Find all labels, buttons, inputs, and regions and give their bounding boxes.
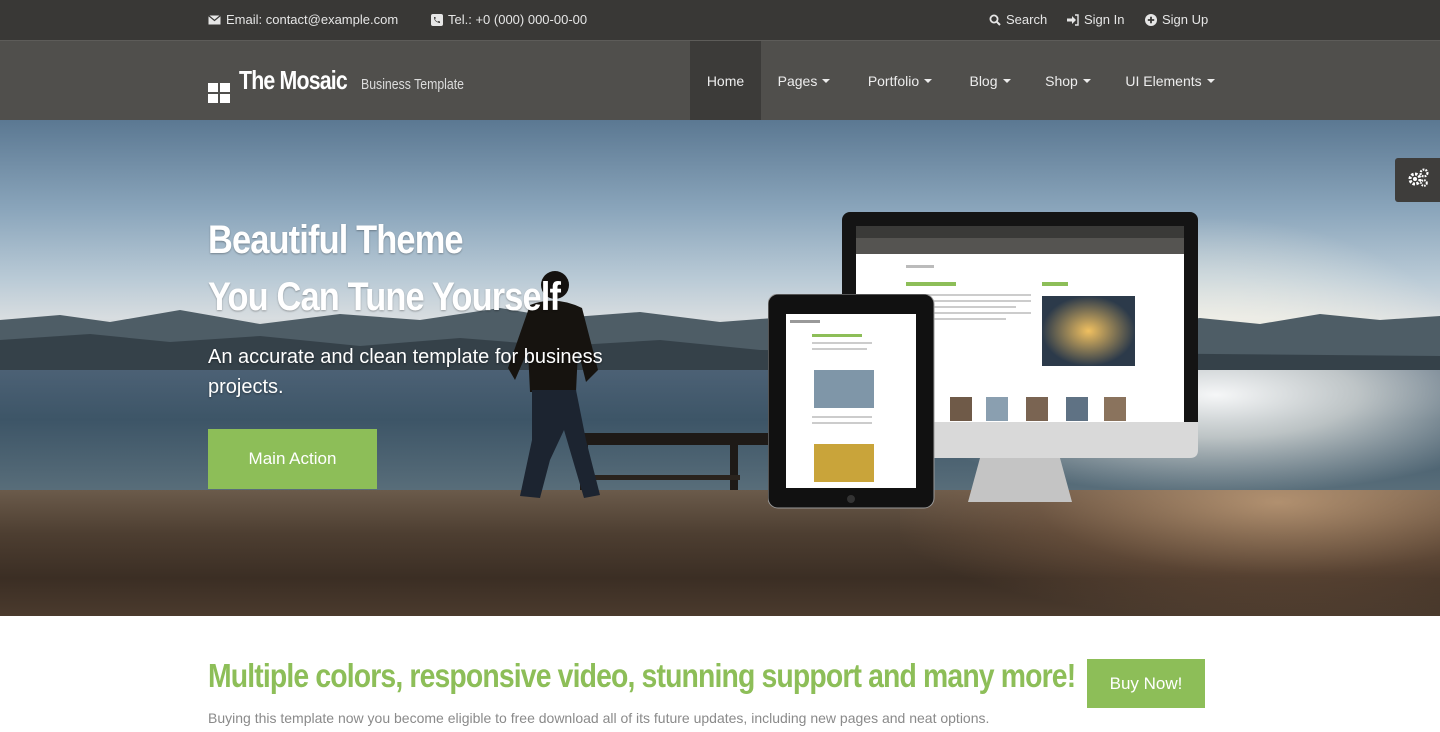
contact-email[interactable]: Email: contact@example.com — [208, 12, 398, 27]
hero-subtitle: An accurate and clean template for busin… — [208, 346, 603, 398]
sign-up-link[interactable]: Sign Up — [1144, 12, 1208, 27]
contact-phone[interactable]: Tel.: +0 (000) 000-00-00 — [430, 12, 587, 27]
nav-blog-label: Blog — [969, 73, 998, 89]
email-text: Email: contact@example.com — [226, 12, 399, 27]
nav-pages-label: Pages — [777, 73, 818, 89]
search-link[interactable]: Search — [988, 12, 1047, 27]
site-logo[interactable]: The Mosaic Business Template — [208, 65, 486, 103]
sign-in-label: Sign In — [1084, 12, 1125, 27]
grid-logo-icon — [208, 83, 230, 103]
search-icon — [988, 13, 1001, 26]
gears-icon — [1407, 167, 1429, 193]
search-label: Search — [1006, 12, 1048, 27]
brand-tagline: Business Template — [360, 76, 464, 93]
caret-down-icon — [822, 79, 831, 83]
promo-text: Buying this template now you become elig… — [208, 710, 990, 726]
nav-ui-elements[interactable]: UI Elements — [1110, 41, 1230, 121]
hero-title: Beautiful Theme You Can Tune Yourself — [208, 212, 561, 326]
phone-text: Tel.: +0 (000) 000-00-00 — [448, 12, 588, 27]
caret-down-icon — [1002, 79, 1011, 83]
nav-shop-label: Shop — [1045, 73, 1078, 89]
plus-circle-icon — [1144, 13, 1157, 26]
hero-title-line1: Beautiful Theme — [208, 218, 464, 262]
nav-pages[interactable]: Pages — [762, 41, 846, 121]
nav-portfolio[interactable]: Portfolio — [848, 41, 952, 121]
hero-title-line2: You Can Tune Yourself — [208, 275, 561, 319]
sign-up-label: Sign Up — [1162, 12, 1209, 27]
brand-name: The Mosaic — [239, 65, 348, 95]
nav-shop[interactable]: Shop — [1030, 41, 1106, 121]
sign-in-icon — [1066, 13, 1079, 26]
tablet-mockup — [768, 294, 935, 509]
nav-home[interactable]: Home — [690, 41, 761, 121]
hero-banner: Beautiful Theme You Can Tune Yourself An… — [0, 120, 1440, 616]
nav-home-label: Home — [706, 73, 745, 89]
envelope-icon — [208, 13, 221, 26]
promo-title: Multiple colors, responsive video, stunn… — [208, 657, 1076, 694]
nav-ui-elements-label: UI Elements — [1125, 73, 1202, 89]
main-action-button[interactable]: Main Action — [208, 429, 377, 489]
top-bar: Email: contact@example.com Tel.: +0 (000… — [0, 0, 1440, 40]
theme-settings-button[interactable] — [1395, 158, 1440, 202]
phone-icon — [430, 13, 443, 26]
caret-down-icon — [1206, 79, 1215, 83]
nav-blog[interactable]: Blog — [954, 41, 1026, 121]
sign-in-link[interactable]: Sign In — [1066, 12, 1124, 27]
site-header: The Mosaic Business Template Home Pages … — [0, 40, 1440, 121]
nav-portfolio-label: Portfolio — [867, 73, 920, 89]
caret-down-icon — [1082, 79, 1091, 83]
buy-now-button[interactable]: Buy Now! — [1087, 659, 1205, 708]
caret-down-icon — [924, 79, 933, 83]
